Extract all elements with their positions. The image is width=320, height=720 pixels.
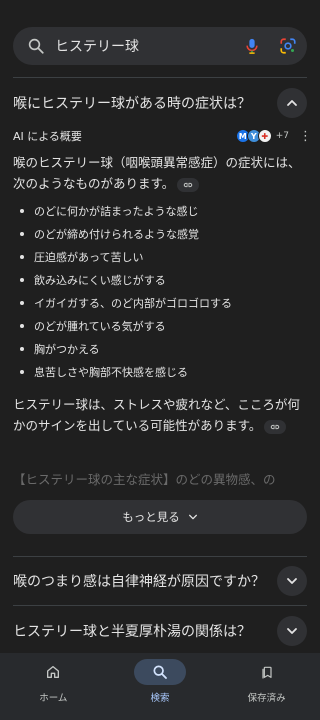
ai-overview-header: AI による概要 M Y ✚ +7 ⋮ (13, 126, 312, 146)
symptom-list: のどに何かが詰まったような感じ のどが締め付けられるような感覚 圧迫感があって苦… (20, 199, 305, 383)
source-favicon-icon[interactable]: ✚ (257, 129, 272, 143)
symptom-text: のどが締め付けられるような感覚 (34, 227, 199, 241)
symptom-text: 圧迫感があって苦しい (34, 250, 144, 264)
symptom-text: のどが腫れている気がする (34, 319, 166, 333)
ai-overview-intro: 喉のヒステリー球（咽喉頭異常感症）の症状には、次のようなものがあります。 (13, 152, 303, 194)
symptom-text: のどに何かが詰まったような感じ (34, 204, 199, 218)
expand-button[interactable] (277, 616, 307, 646)
bullet (20, 323, 24, 328)
bottom-navigation: ホーム 検索 保存済み (0, 653, 320, 720)
google-lens-icon[interactable] (279, 37, 297, 55)
collapse-button[interactable] (277, 88, 307, 118)
list-item: のどが締め付けられるような感覚 (20, 222, 305, 245)
intro-text: 喉のヒステリー球（咽喉頭異常感症）の症状には、次のようなものがあります。 (13, 155, 301, 191)
expand-button[interactable] (277, 566, 307, 596)
list-item: イガイガする、のど内部がゴロゴロする (20, 291, 305, 314)
nav-saved[interactable]: 保存済み (213, 653, 320, 720)
symptom-text: 飲み込みにくい感じがする (34, 273, 166, 287)
search-icon (153, 665, 167, 679)
nav-home[interactable]: ホーム (0, 653, 107, 720)
source-link-chip[interactable] (264, 419, 287, 434)
divider (13, 605, 307, 606)
search-query[interactable]: ヒステリー球 (55, 36, 243, 56)
divider (13, 77, 307, 78)
list-item: 息苦しさや胸部不快感を感じる (20, 360, 305, 383)
list-item: 圧迫感があって苦しい (20, 245, 305, 268)
more-options-icon[interactable]: ⋮ (299, 130, 312, 143)
bullet (20, 208, 24, 213)
nav-icon-container (134, 659, 186, 685)
bullet (20, 346, 24, 351)
list-item: のどが腫れている気がする (20, 314, 305, 337)
symptom-text: 息苦しさや胸部不快感を感じる (34, 365, 188, 379)
summary-text: ヒステリー球は、ストレスや疲れなど、こころが何かのサインを出している可能性があり… (13, 397, 300, 433)
chevron-up-icon (287, 100, 297, 106)
bullet (20, 254, 24, 259)
nav-label: 保存済み (247, 693, 286, 704)
nav-label: 検索 (150, 693, 170, 704)
chevron-down-icon (287, 628, 297, 634)
related-question[interactable]: ヒステリー球と半夏厚朴湯の関係は？ (13, 616, 307, 646)
nav-label: ホーム (39, 693, 68, 704)
related-question-text: ヒステリー球と半夏厚朴湯の関係は？ (13, 624, 251, 640)
list-item: 胸がつかえる (20, 337, 305, 360)
nav-icon-container (241, 659, 293, 685)
bookmarks-icon (262, 666, 272, 679)
truncated-text: 【ヒステリー球の主な症状】のどの異物感、の (13, 472, 276, 487)
list-item: のどに何かが詰まったような感じ (20, 199, 305, 222)
link-icon (271, 424, 280, 429)
bullet (20, 369, 24, 374)
source-link-chip[interactable] (177, 177, 200, 192)
bullet (20, 300, 24, 305)
bullet (20, 231, 24, 236)
related-question[interactable]: 喉のつまり感は自律神経が原因ですか？ (13, 566, 307, 596)
question-title: 喉にヒステリー球がある時の症状は？ (13, 96, 251, 112)
search-icon (28, 38, 44, 54)
chevron-down-icon (287, 578, 297, 584)
ai-overview-label: AI による概要 (13, 130, 82, 143)
microphone-icon[interactable] (243, 37, 261, 55)
related-question-text: 喉のつまり感は自律神経が原因ですか？ (13, 574, 265, 590)
chevron-down-icon (188, 514, 197, 520)
link-icon (184, 182, 193, 187)
symptom-text: イガイガする、のど内部がゴロゴロする (34, 296, 232, 310)
nav-icon-container (27, 659, 79, 685)
ai-overview-summary: ヒステリー球は、ストレスや疲れなど、こころが何かのサインを出している可能性があり… (13, 394, 307, 436)
search-bar[interactable]: ヒステリー球 (13, 27, 307, 65)
sources[interactable]: M Y ✚ +7 ⋮ (235, 129, 312, 143)
screen: ヒステリー球 喉にヒステリー球がある時の症状は？ AI による概要 M Y ✚ … (0, 0, 320, 720)
list-item: 飲み込みにくい感じがする (20, 268, 305, 291)
nav-search[interactable]: 検索 (107, 653, 214, 720)
bullet (20, 277, 24, 282)
show-more-label: もっと見る (122, 510, 180, 524)
home-icon (47, 666, 60, 678)
divider (13, 556, 307, 557)
source-count[interactable]: +7 (276, 131, 289, 141)
show-more-button[interactable]: もっと見る (13, 500, 307, 534)
question-expanded[interactable]: 喉にヒステリー球がある時の症状は？ (13, 88, 307, 118)
symptom-text: 胸がつかえる (34, 342, 100, 356)
